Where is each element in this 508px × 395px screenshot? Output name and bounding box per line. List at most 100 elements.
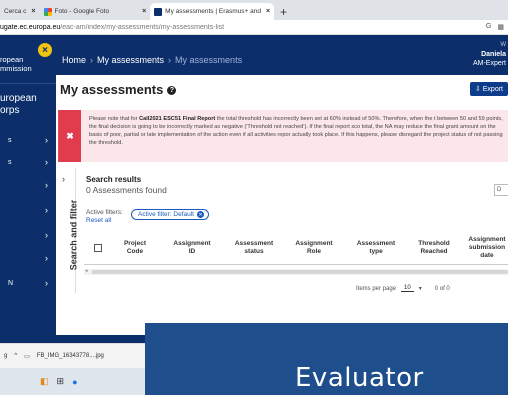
page-range: 0 of 0 (434, 285, 450, 292)
main-content: My assessments? ⇩ Export ✖ Please note t… (56, 75, 508, 335)
app-header: Home › My assessments › My assessments W Dan… (56, 35, 508, 75)
browser-icon[interactable]: ● (72, 377, 77, 387)
chevron-down-icon[interactable]: ▾ (419, 285, 422, 292)
search-filter-panel-toggle[interactable]: › Search and filter (56, 168, 79, 293)
items-per-page-label: Items per page (356, 285, 397, 292)
column-header-assessment-type[interactable]: Assessment type (346, 231, 406, 265)
breadcrumb-separator: › (168, 55, 172, 65)
results-title: Search results (86, 175, 142, 184)
active-filters-label: Active filters: (86, 209, 123, 216)
sidebar-item[interactable]: N › (0, 273, 56, 293)
address-bar[interactable]: ugate.ec.europa.eu/eac-am/index/my-asses… (0, 20, 508, 35)
export-button[interactable]: ⇩ Export (469, 82, 508, 96)
google-photos-icon (43, 7, 52, 16)
app-name: uropean orps (0, 93, 37, 116)
search-filter-label: Search and filter (68, 199, 79, 271)
overlay-title: Evaluator (295, 363, 424, 393)
task-view-icon[interactable]: ⊞ (57, 376, 65, 387)
close-icon[interactable]: × (266, 8, 270, 15)
breadcrumb: Home › My assessments › My assessments (62, 55, 242, 65)
alert-message: Please note that for Call2021 ESC51 Fina… (89, 115, 507, 147)
breadcrumb-current: My assessments (175, 55, 243, 65)
alert-text-bold: Call2021 ESC51 Final Report (139, 116, 216, 122)
scroll-left-icon[interactable]: ◂ (85, 268, 88, 274)
select-all-checkbox[interactable] (94, 244, 102, 252)
sidebar-item[interactable]: s › (0, 130, 56, 150)
column-header-assignment-role[interactable]: Assignment Role (284, 231, 344, 265)
alert-close-icon[interactable]: ✖ (59, 110, 81, 162)
breadcrumb-my-assessments[interactable]: My assessments (97, 55, 164, 65)
chevron-up-icon[interactable]: ^ (14, 353, 17, 359)
image-file-icon: ▭ (24, 353, 30, 360)
browser-tab-bar: Cerca c × Foto - Google Foto × My assess… (0, 0, 508, 20)
sidebar-item[interactable]: › (0, 200, 56, 220)
url-path: /eac-am/index/my-assessments/my-assessme… (60, 23, 225, 31)
chevron-right-icon: › (45, 205, 48, 215)
warning-alert: ✖ Please note that for Call2021 ESC51 Fi… (58, 110, 508, 162)
browser-tab-active[interactable]: My assessments | Erasmus+ and × (150, 3, 275, 20)
user-role: AM-Expert (472, 60, 506, 67)
export-label: Export (482, 85, 503, 93)
url-host: ugate.ec.europa.eu (0, 23, 61, 31)
chevron-right-icon: › (45, 135, 48, 145)
page-title-text: My assessments (60, 82, 164, 97)
eu-flag-icon (154, 7, 163, 16)
download-item-partial[interactable]: g (4, 353, 7, 359)
google-icon[interactable]: G (486, 23, 491, 31)
sidebar-item-label: s (8, 158, 12, 166)
address-bar-icons: G ▦ (486, 23, 508, 31)
breadcrumb-home[interactable]: Home (62, 55, 86, 65)
column-header-assignment-id[interactable]: Assignment ID (164, 231, 220, 265)
select-all-checkbox-cell[interactable] (88, 231, 108, 265)
user-info[interactable]: W Daniela AM-Expert (473, 41, 506, 68)
extension-icon[interactable]: ▦ (497, 23, 504, 31)
sidebar-item[interactable]: › (0, 175, 56, 195)
paginator: Items per page 10 ▾ 0 of 0 (356, 285, 450, 292)
ec-logo-text: ropean mmission (0, 55, 32, 73)
chevron-right-icon: › (45, 157, 48, 167)
presentation-overlay: Evaluator (145, 323, 508, 395)
scrollbar-thumb[interactable] (92, 270, 508, 274)
sidebar-item-label: s (8, 136, 12, 144)
column-header-assessment-status[interactable]: Assessment status (224, 231, 284, 265)
tab-label: Cerca c (4, 8, 27, 15)
browser-tab[interactable]: Foto - Google Foto × (40, 3, 151, 20)
table-header: Project Code Assignment ID Assessment st… (84, 231, 508, 265)
chevron-right-icon: › (45, 230, 48, 240)
close-icon[interactable]: × (142, 8, 146, 15)
downloaded-file-name[interactable]: FB_IMG_16343778....jpg (37, 353, 104, 359)
url-text[interactable]: ugate.ec.europa.eu/eac-am/index/my-asses… (0, 24, 486, 31)
sidebar-divider (0, 83, 56, 84)
sidebar-item[interactable]: › (0, 225, 56, 245)
horizontal-scrollbar[interactable]: ◂ (84, 268, 508, 275)
reset-all-link[interactable]: Reset all (86, 217, 111, 224)
collapse-sidebar-button[interactable]: × (38, 43, 52, 57)
results-count: 0 Assessments found (86, 185, 167, 195)
sidebar-item[interactable]: › (0, 248, 56, 268)
remove-filter-icon[interactable]: ✕ (197, 211, 204, 218)
items-per-page-select[interactable]: 10 (401, 285, 414, 292)
column-header-project-code[interactable]: Project Code (112, 231, 158, 265)
new-tab-button[interactable]: + (274, 3, 293, 20)
download-bar: g ^ ▭ FB_IMG_16343778....jpg (0, 343, 145, 368)
user-name: Daniela (481, 51, 506, 58)
close-icon[interactable]: × (31, 8, 35, 15)
breadcrumb-separator: › (90, 55, 94, 65)
export-icon: ⇩ (474, 86, 481, 93)
chevron-right-icon: › (45, 278, 48, 288)
help-icon[interactable]: ? (167, 86, 177, 95)
browser-tab[interactable]: Cerca c × (0, 3, 40, 20)
column-header-threshold-reached[interactable]: Threshold Reached (406, 231, 462, 265)
column-header-submission-date[interactable]: Assignment submission date (464, 231, 508, 265)
chevron-right-icon: › (45, 180, 48, 190)
page-title: My assessments? (60, 82, 177, 97)
alert-text-part: Please note that for (89, 116, 140, 122)
filter-chip-label: Active filter: Default (138, 211, 194, 218)
chevron-right-icon[interactable]: › (62, 174, 65, 184)
active-filter-chip[interactable]: Active filter: Default ✕ (131, 209, 209, 220)
view-dropdown[interactable]: D (494, 184, 508, 196)
taskbar-app-icon[interactable]: ◧ (40, 376, 49, 387)
os-taskbar: ◧ ⊞ ● (0, 368, 145, 395)
sidebar: × ropean mmission uropean orps s › s › ›… (0, 35, 56, 335)
sidebar-item[interactable]: s › (0, 152, 56, 172)
